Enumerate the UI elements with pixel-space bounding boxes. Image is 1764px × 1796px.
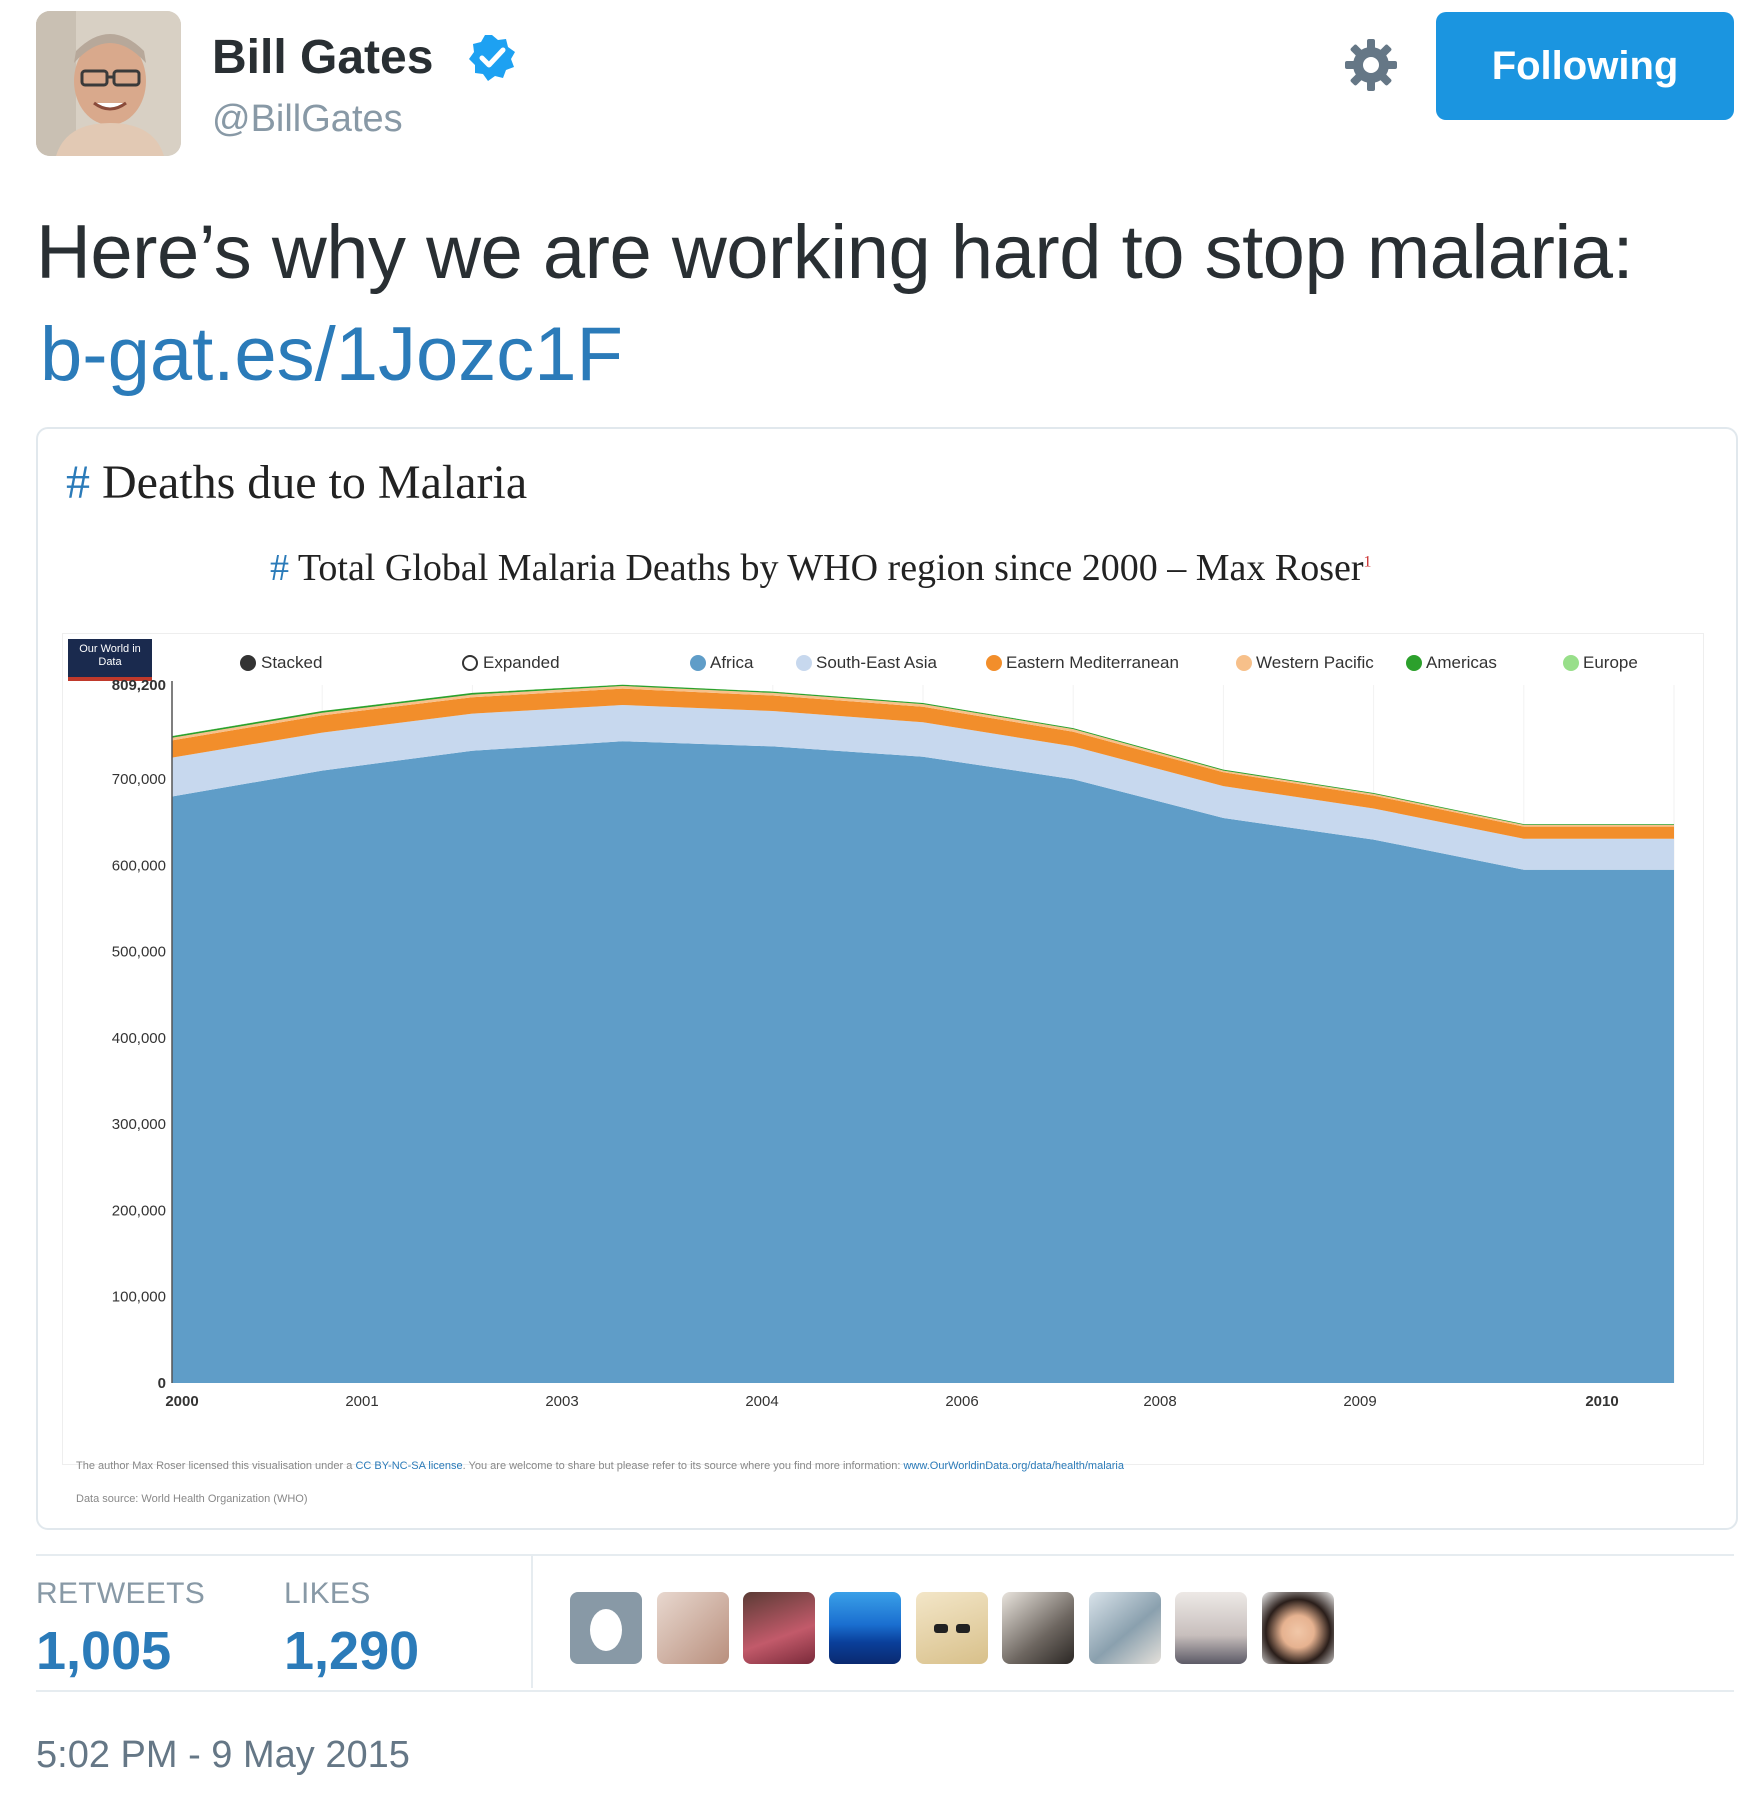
chart-footnote: The author Max Roser licensed this visua… — [76, 1460, 1676, 1472]
legend-item[interactable]: Eastern Mediterranean — [986, 653, 1179, 673]
legend-swatch — [986, 655, 1002, 671]
legend-label: Americas — [1426, 653, 1497, 672]
following-button[interactable]: Following — [1436, 12, 1734, 120]
data-source: Data source: World Health Organization (… — [76, 1493, 308, 1505]
legend-swatch — [1563, 655, 1579, 671]
stats-bottom-divider — [36, 1690, 1734, 1692]
legend-label: Africa — [710, 653, 754, 672]
card-title: # Deaths due to Malaria — [66, 455, 527, 510]
chart-title: # Total Global Malaria Deaths by WHO reg… — [270, 546, 1372, 590]
footnote-middle: . You are welcome to share but please re… — [462, 1460, 901, 1472]
legend-label: Eastern Mediterranean — [1006, 653, 1179, 672]
liker-avatar[interactable] — [743, 1592, 815, 1664]
retweets-count[interactable]: 1,005 — [36, 1620, 171, 1682]
y-tick-label: 100,000 — [112, 1289, 166, 1306]
stats-top-divider — [36, 1554, 1734, 1556]
legend-label: South-East Asia — [816, 653, 937, 672]
legend-item[interactable]: Europe — [1563, 653, 1638, 673]
liker-avatar[interactable] — [829, 1592, 901, 1664]
legend-swatch — [1406, 655, 1422, 671]
verified-badge-icon — [467, 33, 517, 83]
y-tick-label: 0 — [158, 1375, 166, 1392]
x-tick-label: 2006 — [945, 1393, 978, 1410]
likes-count[interactable]: 1,290 — [284, 1620, 419, 1682]
legend-item[interactable]: Americas — [1406, 653, 1497, 673]
license-link[interactable]: CC BY-NC-SA license — [355, 1460, 462, 1472]
radio-filled-icon — [240, 655, 256, 671]
radio-empty-icon — [462, 655, 478, 671]
user-handle[interactable]: @BillGates — [212, 98, 403, 141]
expanded-label: Expanded — [483, 653, 560, 672]
liker-avatar[interactable] — [916, 1592, 988, 1664]
expanded-control[interactable]: Expanded — [462, 653, 560, 673]
legend-swatch — [690, 655, 706, 671]
x-tick-label: 2009 — [1343, 1393, 1376, 1410]
stats-vertical-divider — [531, 1556, 533, 1688]
retweets-label[interactable]: RETWEETS — [36, 1577, 205, 1611]
liker-avatar[interactable] — [657, 1592, 729, 1664]
x-tick-label: 2003 — [545, 1393, 578, 1410]
chart-title-text: Total Global Malaria Deaths by WHO regio… — [297, 547, 1364, 589]
legend-item[interactable]: South-East Asia — [796, 653, 937, 673]
stacked-control[interactable]: Stacked — [240, 653, 322, 673]
display-name[interactable]: Bill Gates — [212, 30, 433, 85]
y-tick-label: 200,000 — [112, 1202, 166, 1219]
user-avatar[interactable] — [36, 11, 181, 156]
legend-item[interactable]: Western Pacific — [1236, 653, 1374, 673]
legend-label: Europe — [1583, 653, 1638, 672]
likes-label[interactable]: LIKES — [284, 1577, 371, 1611]
source-link[interactable]: www.OurWorldinData.org/data/health/malar… — [903, 1460, 1124, 1472]
tweet-link[interactable]: b-gat.es/1Jozc1F — [40, 307, 623, 403]
x-tick-label: 2001 — [345, 1393, 378, 1410]
y-tick-label: 700,000 — [112, 771, 166, 788]
chart-title-footnote-mark: 1 — [1363, 553, 1372, 571]
y-tick-label: 809,200 — [112, 677, 166, 694]
y-tick-label: 400,000 — [112, 1030, 166, 1047]
stacked-label: Stacked — [261, 653, 323, 672]
liker-avatar[interactable] — [1175, 1592, 1247, 1664]
area-chart: 0 100,000 200,000 300,000 400,000 500,000 600,… — [112, 677, 1675, 1410]
avatar-portrait — [36, 11, 181, 156]
y-tick-label: 300,000 — [112, 1116, 166, 1133]
legend-swatch — [796, 655, 812, 671]
legend-item[interactable]: Africa — [690, 653, 753, 673]
card-title-text: Deaths due to Malaria — [102, 456, 528, 509]
tweet-timestamp[interactable]: 5:02 PM - 9 May 2015 — [36, 1734, 410, 1777]
x-tick-label: 2000 — [165, 1393, 198, 1410]
chart-hash-symbol: # — [270, 547, 289, 589]
x-tick-label: 2008 — [1143, 1393, 1176, 1410]
sunglasses-icon — [934, 1624, 970, 1633]
legend-swatch — [1236, 655, 1252, 671]
hash-symbol: # — [66, 456, 90, 509]
footnote-prefix: The author Max Roser licensed this visua… — [76, 1460, 353, 1472]
egg-icon — [590, 1609, 622, 1651]
liker-avatar[interactable] — [1089, 1592, 1161, 1664]
gear-icon[interactable] — [1342, 36, 1400, 94]
y-tick-label: 600,000 — [112, 857, 166, 874]
liker-avatar[interactable] — [1002, 1592, 1074, 1664]
x-tick-label: 2004 — [745, 1393, 778, 1410]
x-tick-label: 2010 — [1585, 1393, 1618, 1410]
y-tick-label: 500,000 — [112, 944, 166, 961]
legend-label: Western Pacific — [1256, 653, 1374, 672]
liker-avatar[interactable] — [570, 1592, 642, 1664]
tweet-text: Here’s why we are working hard to stop m… — [36, 210, 1634, 295]
liker-avatar[interactable] — [1262, 1592, 1334, 1664]
